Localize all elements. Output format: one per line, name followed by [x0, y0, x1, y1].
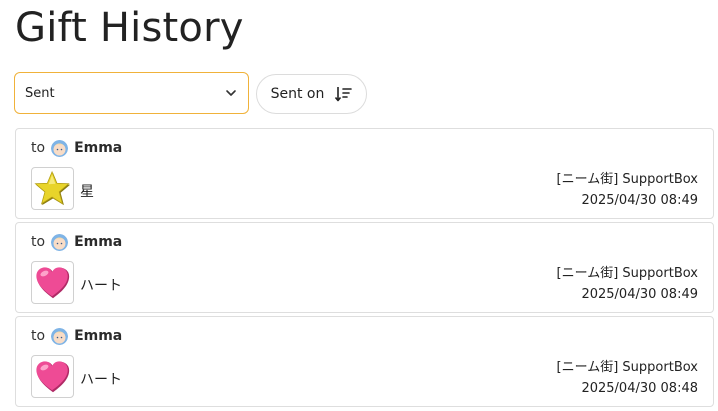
gift-source: [ニーム街] SupportBox — [556, 266, 698, 281]
recipient-avatar — [51, 139, 69, 157]
sort-descending-icon — [335, 87, 353, 102]
recipient-line: to Emma — [31, 139, 122, 157]
gift-card[interactable]: to Emma 星 [ニーム街] SupportBox 2025/04/30 0… — [15, 128, 714, 219]
sort-label: Sent on — [270, 86, 325, 102]
star-icon — [31, 167, 74, 210]
to-label: to — [31, 234, 46, 250]
gift-source: [ニーム街] SupportBox — [556, 360, 698, 375]
gift-meta: [ニーム街] SupportBox 2025/04/30 08:48 — [557, 357, 698, 399]
gift-meta: [ニーム街] SupportBox 2025/04/30 08:49 — [557, 169, 698, 211]
recipient-name[interactable]: Emma — [74, 327, 122, 345]
gift-timestamp: 2025/04/30 08:49 — [581, 287, 698, 302]
filter-selected-value: Sent — [25, 85, 55, 101]
gift-card[interactable]: to Emma ハート [ニーム街] SupportBox 2025/04/30… — [15, 316, 714, 407]
recipient-line: to Emma — [31, 233, 122, 251]
page-title: Gift History — [15, 5, 244, 51]
sort-by-sent-on-button[interactable]: Sent on — [256, 74, 367, 114]
recipient-name[interactable]: Emma — [74, 139, 122, 157]
chevron-down-icon — [226, 90, 236, 96]
recipient-avatar — [51, 233, 69, 251]
gift-source: [ニーム街] SupportBox — [556, 172, 698, 187]
gift-card[interactable]: to Emma ハート [ニーム街] SupportBox 2025/04/30… — [15, 222, 714, 313]
heart-icon — [31, 261, 74, 304]
gift-meta: [ニーム街] SupportBox 2025/04/30 08:49 — [557, 263, 698, 305]
gift-timestamp: 2025/04/30 08:48 — [581, 381, 698, 396]
recipient-line: to Emma — [31, 327, 122, 345]
to-label: to — [31, 328, 46, 344]
gift-name: ハート — [80, 372, 122, 388]
sent-received-filter-select[interactable]: Sent — [14, 72, 249, 114]
heart-icon — [31, 355, 74, 398]
recipient-name[interactable]: Emma — [74, 233, 122, 251]
recipient-avatar — [51, 327, 69, 345]
gift-name: ハート — [80, 278, 122, 294]
gift-history-page: Gift History Sent Sent on to Emma 星 [ニーム… — [0, 0, 718, 411]
to-label: to — [31, 140, 46, 156]
gift-name: 星 — [80, 184, 94, 200]
gift-timestamp: 2025/04/30 08:49 — [581, 193, 698, 208]
